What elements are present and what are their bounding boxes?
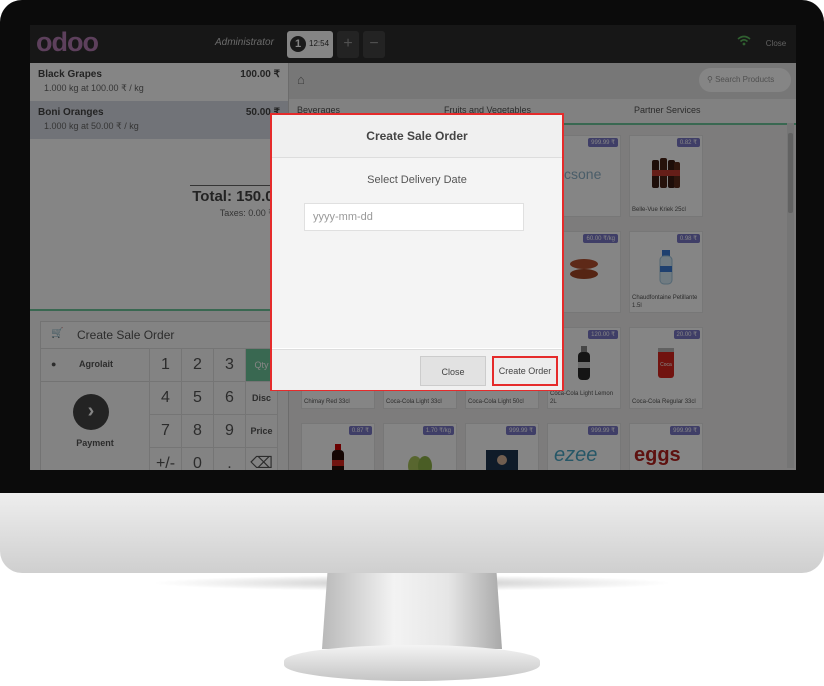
monitor-stand-neck	[322, 573, 502, 649]
create-order-button[interactable]: Create Order	[492, 356, 558, 386]
pos-screen: odoo Administrator 1 12:54 + − Close Bla…	[30, 25, 796, 470]
dialog-footer: Close Create Order	[272, 349, 562, 390]
dialog-title: Create Sale Order	[272, 115, 562, 158]
monitor-chin	[0, 493, 824, 573]
delivery-date-label: Select Delivery Date	[367, 174, 467, 186]
create-sale-order-dialog: Create Sale Order Select Delivery Date C…	[270, 113, 564, 391]
close-button[interactable]: Close	[420, 356, 486, 386]
delivery-date-input[interactable]	[304, 203, 524, 231]
dialog-body: Select Delivery Date	[272, 158, 562, 348]
monitor-stand-base	[284, 645, 540, 681]
